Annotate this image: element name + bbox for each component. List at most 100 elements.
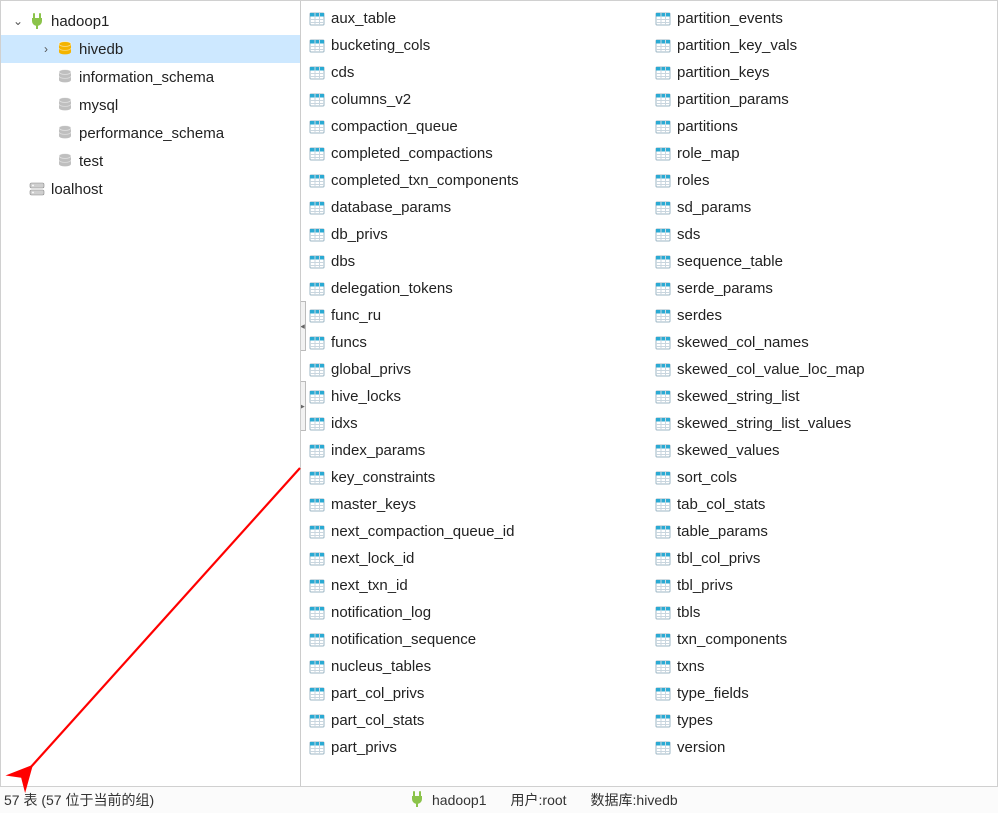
table-item[interactable]: table_params <box>651 518 997 545</box>
table-item-label: aux_table <box>331 10 396 27</box>
table-item[interactable]: tbls <box>651 599 997 626</box>
table-item[interactable]: sds <box>651 221 997 248</box>
table-item[interactable]: partition_keys <box>651 59 997 86</box>
table-item[interactable]: txn_components <box>651 626 997 653</box>
table-item[interactable]: db_privs <box>305 221 651 248</box>
table-item[interactable]: columns_v2 <box>305 86 651 113</box>
connection-tree[interactable]: ⌄ hadoop1› hivedb information_schema mys… <box>1 1 301 786</box>
table-item[interactable]: funcs <box>305 329 651 356</box>
table-item[interactable]: partitions <box>651 113 997 140</box>
table-icon <box>307 550 327 568</box>
table-item[interactable]: version <box>651 734 997 761</box>
table-item-label: partition_key_vals <box>677 37 797 54</box>
table-icon <box>307 172 327 190</box>
table-item[interactable]: tbl_privs <box>651 572 997 599</box>
table-item[interactable]: notification_sequence <box>305 626 651 653</box>
table-item[interactable]: next_txn_id <box>305 572 651 599</box>
table-item[interactable]: skewed_string_list <box>651 383 997 410</box>
table-item[interactable]: delegation_tokens <box>305 275 651 302</box>
table-item[interactable]: idxs <box>305 410 651 437</box>
table-item-label: skewed_col_names <box>677 334 809 351</box>
table-item[interactable]: func_ru <box>305 302 651 329</box>
table-item[interactable]: compaction_queue <box>305 113 651 140</box>
table-item[interactable]: skewed_col_names <box>651 329 997 356</box>
table-item-label: next_lock_id <box>331 550 414 567</box>
table-item[interactable]: part_privs <box>305 734 651 761</box>
table-icon <box>653 577 673 595</box>
table-item[interactable]: database_params <box>305 194 651 221</box>
table-item[interactable]: role_map <box>651 140 997 167</box>
table-item[interactable]: roles <box>651 167 997 194</box>
tree-node-performance_schema[interactable]: performance_schema <box>1 119 300 147</box>
table-item-label: part_privs <box>331 739 397 756</box>
table-item[interactable]: partition_key_vals <box>651 32 997 59</box>
table-item[interactable]: skewed_col_value_loc_map <box>651 356 997 383</box>
table-item[interactable]: hive_locks <box>305 383 651 410</box>
table-item[interactable]: next_lock_id <box>305 545 651 572</box>
table-icon <box>307 280 327 298</box>
table-item-label: dbs <box>331 253 355 270</box>
table-item[interactable]: skewed_string_list_values <box>651 410 997 437</box>
table-item-label: partition_keys <box>677 64 770 81</box>
table-icon <box>307 739 327 757</box>
table-item[interactable]: completed_compactions <box>305 140 651 167</box>
table-icon <box>307 712 327 730</box>
table-item[interactable]: completed_txn_components <box>305 167 651 194</box>
table-icon <box>653 739 673 757</box>
table-item[interactable]: bucketing_cols <box>305 32 651 59</box>
table-item-label: notification_log <box>331 604 431 621</box>
table-item[interactable]: cds <box>305 59 651 86</box>
table-item[interactable]: aux_table <box>305 5 651 32</box>
table-item[interactable]: types <box>651 707 997 734</box>
table-item-label: completed_txn_components <box>331 172 519 189</box>
table-item[interactable]: part_col_privs <box>305 680 651 707</box>
table-item[interactable]: txns <box>651 653 997 680</box>
table-item[interactable]: type_fields <box>651 680 997 707</box>
table-item[interactable]: master_keys <box>305 491 651 518</box>
table-item-label: sequence_table <box>677 253 783 270</box>
table-icon <box>653 361 673 379</box>
table-item[interactable]: part_col_stats <box>305 707 651 734</box>
table-item-label: partitions <box>677 118 738 135</box>
table-icon <box>307 469 327 487</box>
table-item[interactable]: tbl_col_privs <box>651 545 997 572</box>
tree-node-loalhost[interactable]: loalhost <box>1 175 300 203</box>
table-item[interactable]: global_privs <box>305 356 651 383</box>
table-icon <box>307 496 327 514</box>
table-item-label: idxs <box>331 415 358 432</box>
tree-node-hadoop1[interactable]: ⌄ hadoop1 <box>1 7 300 35</box>
table-item[interactable]: nucleus_tables <box>305 653 651 680</box>
table-icon <box>653 388 673 406</box>
expand-toggle-icon[interactable]: › <box>39 42 53 56</box>
table-item-label: sort_cols <box>677 469 737 486</box>
tree-node-test[interactable]: test <box>1 147 300 175</box>
table-item[interactable]: index_params <box>305 437 651 464</box>
table-item-label: partition_events <box>677 10 783 27</box>
table-icon <box>307 604 327 622</box>
table-item[interactable]: skewed_values <box>651 437 997 464</box>
table-item-label: part_col_stats <box>331 712 424 729</box>
table-item[interactable]: sort_cols <box>651 464 997 491</box>
table-icon <box>307 658 327 676</box>
table-item[interactable]: partition_events <box>651 5 997 32</box>
table-item[interactable]: partition_params <box>651 86 997 113</box>
table-item-label: table_params <box>677 523 768 540</box>
tree-node-label: mysql <box>79 97 118 114</box>
table-item[interactable]: sd_params <box>651 194 997 221</box>
table-item[interactable]: sequence_table <box>651 248 997 275</box>
table-item[interactable]: dbs <box>305 248 651 275</box>
table-item-label: tbl_col_privs <box>677 550 760 567</box>
table-item-label: master_keys <box>331 496 416 513</box>
expand-toggle-icon[interactable]: ⌄ <box>11 14 25 28</box>
table-item[interactable]: tab_col_stats <box>651 491 997 518</box>
table-item-label: skewed_string_list <box>677 388 800 405</box>
table-item[interactable]: next_compaction_queue_id <box>305 518 651 545</box>
tree-node-hivedb[interactable]: › hivedb <box>1 35 300 63</box>
tree-node-mysql[interactable]: mysql <box>1 91 300 119</box>
table-item[interactable]: serdes <box>651 302 997 329</box>
tree-node-information_schema[interactable]: information_schema <box>1 63 300 91</box>
table-item[interactable]: notification_log <box>305 599 651 626</box>
table-item-label: completed_compactions <box>331 145 493 162</box>
table-item[interactable]: serde_params <box>651 275 997 302</box>
table-item[interactable]: key_constraints <box>305 464 651 491</box>
